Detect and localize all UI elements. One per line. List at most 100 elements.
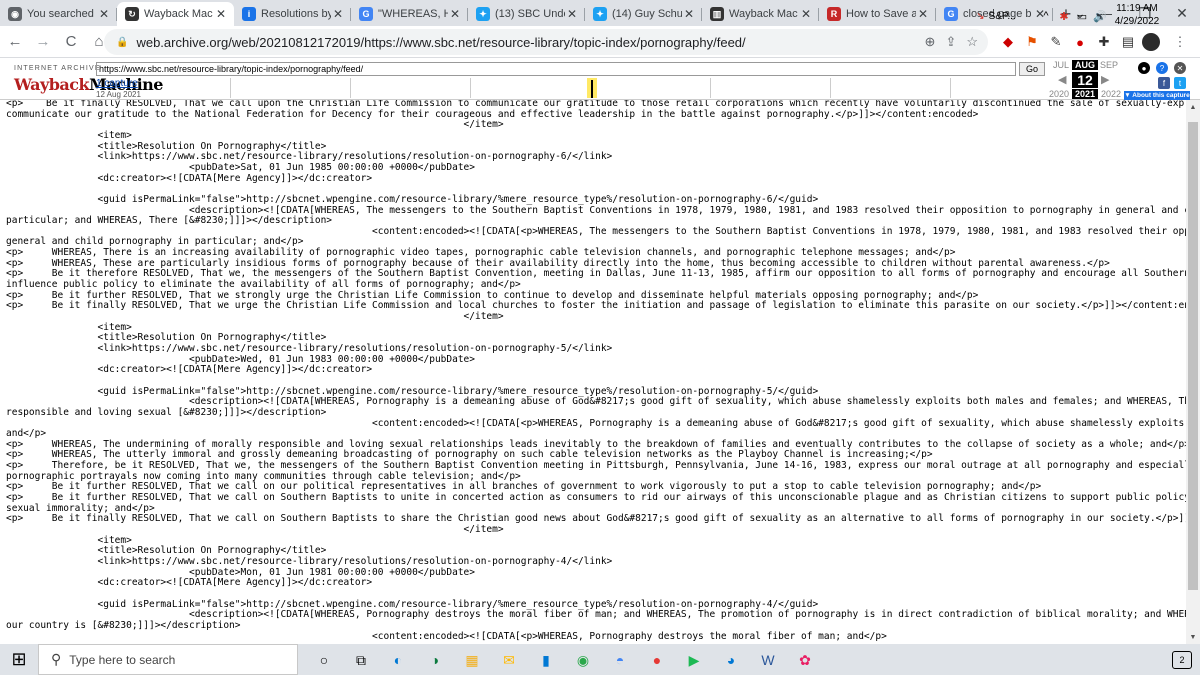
tab-title: How to Save a xyxy=(846,8,916,20)
prev-capture-arrow-icon[interactable]: ◀ xyxy=(1058,73,1066,86)
xml-source-line: <p> Be it finally RESOLVED, That we call… xyxy=(6,100,1186,109)
capture-sparkline[interactable] xyxy=(170,78,1030,98)
browser-tab[interactable]: R How to Save a ✕ xyxy=(819,2,936,26)
scroll-up-arrow[interactable]: ▲ xyxy=(1186,100,1200,114)
browser-tab[interactable]: ◉ You searched f ✕ xyxy=(0,2,117,26)
xml-source-line: <p> WHEREAS, There is an increasing avai… xyxy=(6,247,956,259)
extension-puzzle-icon[interactable]: ✚ xyxy=(1092,30,1116,54)
xml-source-line: <p> Be it therefore RESOLVED, That we, t… xyxy=(6,268,1186,280)
about-this-capture-button[interactable]: ▼ About this capture xyxy=(1124,91,1190,100)
browser-tab[interactable]: G "WHEREAS, H ✕ xyxy=(351,2,468,26)
taskbar-app-icon[interactable]: ▮ xyxy=(534,648,558,672)
twitter-icon[interactable]: t xyxy=(1174,77,1186,89)
profile-avatar[interactable] xyxy=(1142,33,1160,51)
go-button[interactable]: Go xyxy=(1019,62,1045,76)
facebook-icon[interactable]: f xyxy=(1158,77,1170,89)
logo-wayback-text: Wayback xyxy=(14,75,90,94)
tab-favicon-icon: ▥ xyxy=(710,7,724,21)
browser-tab[interactable]: ↻ Wayback Mac ✕ xyxy=(117,2,234,26)
xml-source-line: <link>https://www.sbc.net/resource-libra… xyxy=(6,151,613,163)
taskbar-app-icon[interactable]: ● xyxy=(645,648,669,672)
zoom-icon[interactable]: ⊕ xyxy=(925,34,936,50)
xml-source-line: <p> Be it further RESOLVED, That we call… xyxy=(6,492,1186,504)
taskbar-clock[interactable]: 11:19 AM 4/29/2022 xyxy=(1104,2,1170,28)
tab-close-icon[interactable]: ✕ xyxy=(565,7,579,21)
close-toolbar-icon[interactable]: ✕ xyxy=(1174,62,1186,74)
xml-source-line: <p> Be it further RESOLVED, That we stro… xyxy=(6,289,979,301)
taskbar-app-icon[interactable]: ▶ xyxy=(682,648,706,672)
current-month: AUG xyxy=(1072,60,1098,70)
prev-month-link[interactable]: JUL xyxy=(1048,60,1074,70)
browser-tab[interactable]: ▥ Wayback Mac ✕ xyxy=(702,2,819,26)
bookmark-star-icon[interactable]: ☆ xyxy=(966,34,978,50)
stock-widget[interactable]: ↘ S&P... xyxy=(968,4,1024,28)
scroll-down-arrow[interactable]: ▼ xyxy=(1186,630,1200,644)
xml-feed-source: <p> Be it finally RESOLVED, That we call… xyxy=(0,100,1186,644)
xml-source-line: <dc:creator><![CDATA[Mere Agency]]></dc:… xyxy=(6,172,373,184)
taskbar-app-icon[interactable]: ◉ xyxy=(571,648,595,672)
browser-tab[interactable]: ✦ (13) SBC Unde ✕ xyxy=(468,2,585,26)
xml-source-line: </item> xyxy=(6,119,504,131)
tab-favicon-icon: R xyxy=(827,7,841,21)
extension-icon-1[interactable]: ◆ xyxy=(996,30,1020,54)
tab-close-icon[interactable]: ✕ xyxy=(331,7,345,21)
xml-source-line: <item> xyxy=(6,534,132,546)
prev-year-link[interactable]: 2020 xyxy=(1046,89,1072,99)
xml-source-line: <title>Resolution On Pornography</title> xyxy=(6,545,327,557)
tab-close-icon[interactable]: ✕ xyxy=(448,7,462,21)
tab-close-icon[interactable]: ✕ xyxy=(97,7,111,21)
extension-icon-4[interactable]: ● xyxy=(1068,30,1092,54)
sparkline-capture-bar[interactable] xyxy=(591,80,593,98)
taskbar-app-icon[interactable]: ◑ xyxy=(423,648,447,672)
taskbar-app-icon[interactable]: ◐ xyxy=(386,648,410,672)
start-button[interactable]: ⊞ xyxy=(0,644,38,675)
side-panel-icon[interactable]: ▤ xyxy=(1116,30,1140,54)
help-icon[interactable]: ? xyxy=(1156,62,1168,74)
taskbar-app-icon[interactable]: ○ xyxy=(312,648,336,672)
address-url: web.archive.org/web/20210812172019/https… xyxy=(136,34,746,50)
menu-icon[interactable]: ⋮ xyxy=(1168,30,1192,54)
taskbar-search-box[interactable]: ⚲ Type here to search xyxy=(38,644,298,675)
lock-icon[interactable]: 🔒 xyxy=(116,37,128,48)
tab-close-icon[interactable]: ✕ xyxy=(214,7,228,21)
forward-button[interactable]: → xyxy=(30,29,56,55)
xml-source-line: <link>https://www.sbc.net/resource-libra… xyxy=(6,342,613,354)
extension-icon-2[interactable]: ⚑ xyxy=(1020,30,1044,54)
sparkline-year-divider xyxy=(350,78,351,98)
windows-taskbar: ⊞ ⚲ Type here to search xyxy=(0,644,1200,675)
taskbar-app-icon[interactable]: ▦ xyxy=(460,648,484,672)
extension-icon-3[interactable]: ✎ xyxy=(1044,30,1068,54)
browser-tab[interactable]: ✦ (14) Guy Schu ✕ xyxy=(585,2,702,26)
tab-close-icon[interactable]: ✕ xyxy=(799,7,813,21)
next-capture-arrow-icon[interactable]: ▶ xyxy=(1101,73,1109,86)
user-icon[interactable]: ● xyxy=(1138,62,1150,74)
xml-source-line: <title>Resolution On Pornography</title> xyxy=(6,332,327,344)
address-bar[interactable]: 🔒 web.archive.org/web/20210812172019/htt… xyxy=(104,29,988,55)
next-year-link[interactable]: 2022 xyxy=(1098,89,1124,99)
taskbar-app-icon[interactable]: ✉ xyxy=(497,648,521,672)
sparkline-year-divider xyxy=(950,78,951,98)
share-icon[interactable]: ⇪ xyxy=(945,34,956,50)
notification-center-icon[interactable]: 2 xyxy=(1172,651,1192,669)
xml-source-line: <guid isPermaLink="false">http://sbcnet.… xyxy=(6,598,819,610)
tab-list: ◉ You searched f ✕ ↻ Wayback Mac ✕ i Resolution… xyxy=(0,2,1053,26)
scroll-thumb[interactable] xyxy=(1188,122,1198,590)
wayback-url-input[interactable]: https://www.sbc.net/resource-library/top… xyxy=(96,62,1016,76)
taskbar-app-icon[interactable]: ◓ xyxy=(608,648,632,672)
taskbar-app-icon[interactable]: W xyxy=(756,648,780,672)
taskbar-app-icon[interactable]: ✿ xyxy=(793,648,817,672)
tab-favicon-icon: ◉ xyxy=(8,7,22,21)
xml-source-line: <guid isPermaLink="false">http://sbcnet.… xyxy=(6,385,819,397)
stock-label: S&P... xyxy=(988,10,1016,22)
tab-close-icon[interactable]: ✕ xyxy=(916,7,930,21)
browser-tab[interactable]: i Resolutions by ✕ xyxy=(234,2,351,26)
back-button[interactable]: ← xyxy=(2,29,28,55)
taskbar-app-icon[interactable]: ⧉ xyxy=(349,648,373,672)
reload-button[interactable]: C xyxy=(58,29,84,55)
vertical-scrollbar[interactable]: ▲ ▼ xyxy=(1186,100,1200,644)
captures-link[interactable]: 1 capture xyxy=(96,78,138,89)
tab-close-icon[interactable]: ✕ xyxy=(682,7,696,21)
xml-source-line: <p> Be it finally RESOLVED, That we call… xyxy=(6,513,1186,525)
next-month-link[interactable]: SEP xyxy=(1096,60,1122,70)
taskbar-app-icon[interactable]: ◕ xyxy=(719,648,743,672)
